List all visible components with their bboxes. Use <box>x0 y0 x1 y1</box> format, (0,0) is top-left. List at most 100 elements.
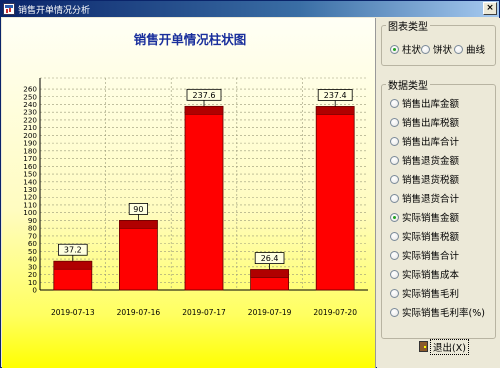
x-tick-label: 2019-07-16 <box>117 308 161 317</box>
data-type-radio-6[interactable]: 实际销售金额 <box>390 210 459 224</box>
data-type-radio-5[interactable]: 销售退货合计 <box>390 191 459 205</box>
radio-label: 实际销售合计 <box>402 251 460 262</box>
data-type-radio-9[interactable]: 实际销售成本 <box>390 267 459 281</box>
x-tick-label: 2019-07-13 <box>51 308 95 317</box>
y-tick-label: 160 <box>23 162 37 171</box>
bar-2019-07-16 <box>119 220 158 291</box>
radio-label: 销售出库税额 <box>402 118 460 129</box>
data-type-radio-4[interactable]: 销售退货税额 <box>390 172 459 186</box>
y-tick-label: 220 <box>23 115 37 124</box>
data-type-radio-3[interactable]: 销售退货金额 <box>390 153 459 167</box>
bar-cap-2019-07-19 <box>250 269 289 278</box>
y-tick-label: 240 <box>23 100 37 109</box>
y-tick-label: 30 <box>28 262 38 271</box>
y-tick-label: 70 <box>28 231 38 240</box>
bar-2019-07-17 <box>184 105 224 291</box>
y-tick-label: 210 <box>23 123 37 132</box>
y-tick-label: 250 <box>23 92 37 101</box>
y-tick-label: 100 <box>23 208 37 217</box>
y-tick-label: 50 <box>28 247 38 256</box>
radio-label: 销售退货税额 <box>402 175 460 186</box>
y-tick-label: 0 <box>32 286 37 295</box>
radio-circle-icon[interactable] <box>390 288 399 298</box>
bar-2019-07-20 <box>315 106 355 291</box>
chart-type-legend: 图表类型 <box>388 22 428 33</box>
value-label: 26.4 <box>261 254 279 263</box>
radio-label: 实际销售毛利率(%) <box>402 308 485 319</box>
y-tick-label: 110 <box>23 200 37 209</box>
radio-label: 销售出库金额 <box>402 99 460 110</box>
radio-circle-icon[interactable] <box>390 174 399 184</box>
bar-cap-2019-07-13 <box>53 260 93 270</box>
data-type-radio-11[interactable]: 实际销售毛利率(%) <box>390 305 485 319</box>
bar-cap-2019-07-17 <box>184 106 224 115</box>
radio-label: 销售出库合计 <box>402 137 460 148</box>
exit-button-label: 退出(X) <box>430 338 469 355</box>
value-label: 237.4 <box>324 91 347 100</box>
value-label: 37.2 <box>64 246 82 255</box>
radio-circle-icon[interactable] <box>390 98 399 108</box>
value-label: 237.6 <box>193 91 216 100</box>
radio-circle-icon[interactable] <box>390 212 399 222</box>
chart-title: 销售开单情况柱状图 <box>134 32 247 47</box>
y-tick-label: 40 <box>28 255 38 264</box>
y-tick-label: 10 <box>28 278 38 287</box>
radio-circle-icon[interactable] <box>390 250 399 260</box>
chart-type-radio-2[interactable]: 曲线 <box>454 42 485 56</box>
title-bar[interactable]: 销售开单情况分析 × <box>1 1 499 17</box>
y-tick-label: 260 <box>23 85 37 94</box>
data-type-radio-7[interactable]: 实际销售税额 <box>390 229 459 243</box>
y-tick-label: 140 <box>23 177 37 186</box>
radio-circle-icon[interactable] <box>390 231 399 241</box>
radio-label: 实际销售税额 <box>402 232 460 243</box>
y-tick-label: 130 <box>23 185 37 194</box>
x-tick-label: 2019-07-20 <box>313 308 357 317</box>
bar-chart: 销售开单情况柱状图0102030405060708090100110120130… <box>23 32 368 317</box>
chart-type-radio-0[interactable]: 柱状 <box>390 42 421 56</box>
radio-label: 曲线 <box>466 45 486 56</box>
radio-circle-icon[interactable] <box>390 44 399 54</box>
y-tick-label: 150 <box>23 170 37 179</box>
chart-app-icon <box>3 3 15 15</box>
close-button[interactable]: × <box>483 2 497 15</box>
radio-circle-icon[interactable] <box>390 155 399 165</box>
value-label: 90 <box>133 205 143 214</box>
data-type-radio-1[interactable]: 销售出库税额 <box>390 115 459 129</box>
chart-panel: 销售开单情况柱状图 0 10 20 30 40 50 60 70 80 90 100 110 120 130… <box>2 18 376 368</box>
radio-circle-icon[interactable] <box>390 307 399 317</box>
x-tick-label: 2019-07-17 <box>182 308 226 317</box>
data-type-radio-0[interactable]: 销售出库金额 <box>390 96 459 110</box>
radio-circle-icon[interactable] <box>390 136 399 146</box>
y-tick-label: 20 <box>28 270 38 279</box>
y-tick-label: 190 <box>23 139 37 148</box>
bar-cap-2019-07-16 <box>119 220 158 229</box>
radio-circle-icon[interactable] <box>390 193 399 203</box>
radio-circle-icon[interactable] <box>421 44 430 54</box>
radio-label: 实际销售金额 <box>402 213 460 224</box>
radio-label: 销售退货金额 <box>402 156 460 167</box>
radio-label: 饼状 <box>433 45 453 56</box>
data-type-radio-8[interactable]: 实际销售合计 <box>390 248 459 262</box>
radio-label: 实际销售毛利 <box>402 289 460 300</box>
data-type-legend: 数据类型 <box>388 81 428 92</box>
radio-circle-icon[interactable] <box>390 269 399 279</box>
radio-label: 实际销售成本 <box>402 270 460 281</box>
y-tick-label: 80 <box>28 224 38 233</box>
y-tick-label: 120 <box>23 193 37 202</box>
exit-button[interactable]: 退出(X) <box>419 338 469 355</box>
radio-circle-icon[interactable] <box>454 44 463 54</box>
data-type-radio-10[interactable]: 实际销售毛利 <box>390 286 459 300</box>
y-tick-label: 230 <box>23 108 37 117</box>
window-title: 销售开单情况分析 <box>18 5 91 16</box>
radio-circle-icon[interactable] <box>390 117 399 127</box>
y-tick-label: 90 <box>28 216 38 225</box>
options-panel: 图表类型 数据类型 柱状 饼状 曲线销售出库金额 销售出库税额 销售出库合计 销售退货金额… <box>377 18 500 368</box>
y-tick-label: 180 <box>23 146 37 155</box>
chart-type-radio-1[interactable]: 饼状 <box>421 42 452 56</box>
radio-label: 柱状 <box>402 45 422 56</box>
exit-door-icon <box>419 341 428 352</box>
radio-label: 销售退货合计 <box>402 194 460 205</box>
bar-cap-2019-07-20 <box>315 106 355 115</box>
data-type-radio-2[interactable]: 销售出库合计 <box>390 134 459 148</box>
x-tick-label: 2019-07-19 <box>248 308 292 317</box>
